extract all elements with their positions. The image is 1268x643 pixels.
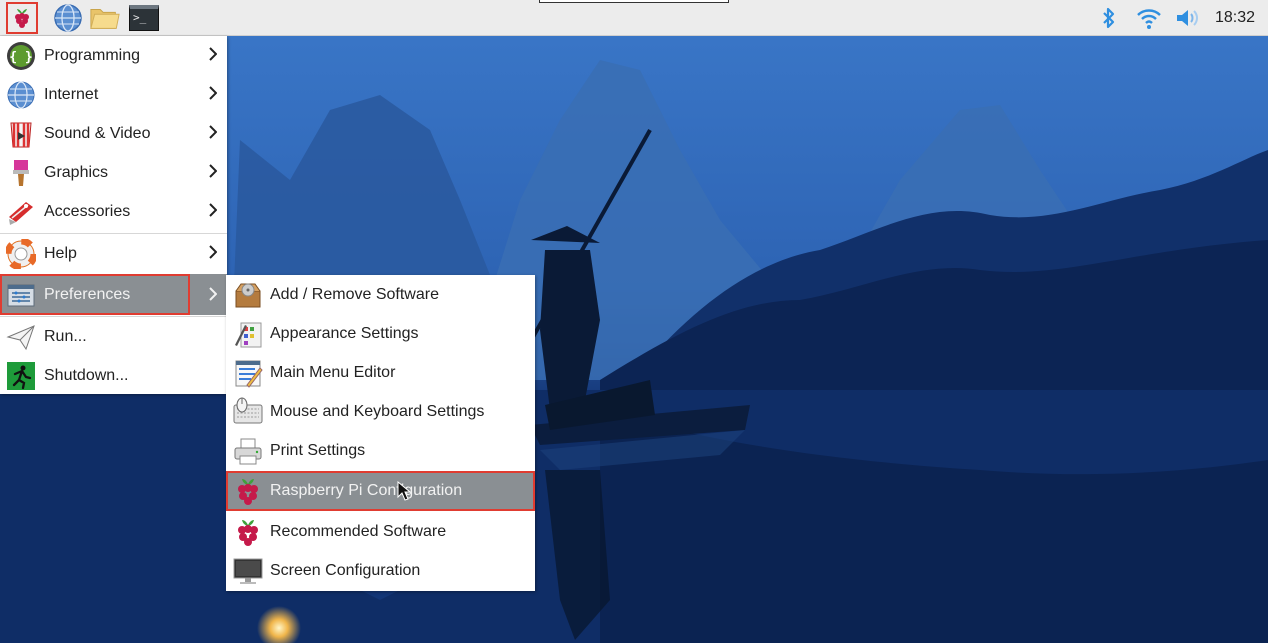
- volume-icon[interactable]: [1174, 6, 1204, 30]
- menu-item-programming[interactable]: { } Programming: [0, 36, 227, 75]
- menu-item-shutdown[interactable]: Shutdown...: [0, 356, 227, 395]
- chevron-right-icon: [209, 203, 217, 217]
- menu-item-label: Graphics: [44, 163, 109, 181]
- menu-item-run[interactable]: Run...: [0, 317, 227, 356]
- chevron-right-icon: [209, 287, 217, 301]
- raspberry-pi-config-icon: [232, 475, 264, 507]
- web-browser-globe-icon: [54, 4, 82, 32]
- chevron-right-icon: [209, 47, 217, 61]
- raspberry-menu-icon: [15, 9, 29, 28]
- terminal-button[interactable]: >_: [128, 2, 160, 34]
- menu-item-help[interactable]: Help: [0, 234, 227, 273]
- menu-item-internet[interactable]: Internet: [0, 75, 227, 114]
- graphics-icon: [5, 157, 37, 189]
- mouse-cursor-icon: [397, 481, 411, 501]
- main-menu-button[interactable]: [6, 2, 38, 34]
- shutdown-icon: [5, 360, 37, 392]
- programming-icon: { }: [5, 40, 37, 72]
- menu-item-add-remove-software[interactable]: Add / Remove Software: [226, 275, 535, 314]
- menu-item-label: Raspberry Pi Configuration: [270, 482, 463, 499]
- run-icon: [5, 321, 37, 353]
- sound-video-icon: [5, 118, 37, 150]
- add-remove-software-icon: [232, 279, 264, 311]
- menu-item-raspberry-pi-configuration[interactable]: Raspberry Pi Configuration: [226, 471, 535, 511]
- preferences-submenu: Add / Remove Software Appearance Setting…: [226, 275, 535, 591]
- menu-item-main-menu-editor[interactable]: Main Menu Editor: [226, 353, 535, 392]
- taskbar: >_ 18:32: [0, 0, 1268, 36]
- help-icon: [5, 238, 37, 270]
- menu-item-label: Help: [44, 244, 77, 262]
- main-menu-editor-icon: [232, 357, 264, 389]
- chevron-right-icon: [209, 164, 217, 178]
- menu-item-label: Preferences: [44, 285, 131, 303]
- preferences-icon: [5, 279, 37, 311]
- menu-item-mouse-keyboard-settings[interactable]: Mouse and Keyboard Settings: [226, 392, 535, 431]
- menu-item-accessories[interactable]: Accessories: [0, 192, 227, 231]
- terminal-icon: >_: [129, 5, 159, 31]
- menu-item-screen-configuration[interactable]: Screen Configuration: [226, 551, 535, 590]
- printer-icon: [232, 435, 264, 467]
- file-manager-folder-icon: [90, 9, 120, 29]
- screen-configuration-icon: [232, 555, 264, 587]
- wifi-icon[interactable]: [1136, 6, 1162, 30]
- web-browser-button[interactable]: [52, 2, 84, 34]
- submenu-arrow-area[interactable]: [190, 274, 227, 315]
- menu-item-label: Print Settings: [270, 441, 366, 459]
- menu-item-recommended-software[interactable]: Recommended Software: [226, 512, 535, 551]
- menu-item-label: Screen Configuration: [270, 561, 421, 579]
- clock[interactable]: 18:32: [1215, 9, 1255, 27]
- bluetooth-icon[interactable]: [1100, 6, 1118, 30]
- main-menu: { } Programming Internet Sound & Video G…: [0, 36, 227, 394]
- recommended-software-icon: [232, 516, 264, 548]
- appearance-settings-icon: [232, 318, 264, 350]
- menu-item-sound-video[interactable]: Sound & Video: [0, 114, 227, 153]
- file-manager-button[interactable]: [89, 2, 121, 34]
- mouse-keyboard-icon: [232, 396, 264, 428]
- menu-item-label: Internet: [44, 85, 99, 103]
- accessories-icon: [5, 196, 37, 228]
- menu-item-label: Main Menu Editor: [270, 363, 396, 381]
- menu-item-label: Mouse and Keyboard Settings: [270, 402, 485, 420]
- menu-item-label: Appearance Settings: [270, 324, 419, 342]
- menu-item-print-settings[interactable]: Print Settings: [226, 431, 535, 470]
- menu-item-preferences[interactable]: Preferences: [0, 274, 190, 315]
- menu-item-label: Run...: [44, 327, 87, 345]
- menu-item-label: Add / Remove Software: [270, 285, 439, 303]
- menu-item-label: Recommended Software: [270, 522, 447, 540]
- menu-item-label: Accessories: [44, 202, 131, 220]
- window-button[interactable]: [539, 0, 729, 3]
- chevron-right-icon: [209, 125, 217, 139]
- menu-item-label: Sound & Video: [44, 124, 151, 142]
- menu-item-label: Programming: [44, 46, 141, 64]
- menu-item-label: Shutdown...: [44, 366, 129, 384]
- menu-item-appearance-settings[interactable]: Appearance Settings: [226, 314, 535, 353]
- svg-text:{ }: { }: [9, 50, 32, 65]
- menu-item-graphics[interactable]: Graphics: [0, 153, 227, 192]
- chevron-right-icon: [209, 86, 217, 100]
- chevron-right-icon: [209, 245, 217, 259]
- internet-icon: [5, 79, 37, 111]
